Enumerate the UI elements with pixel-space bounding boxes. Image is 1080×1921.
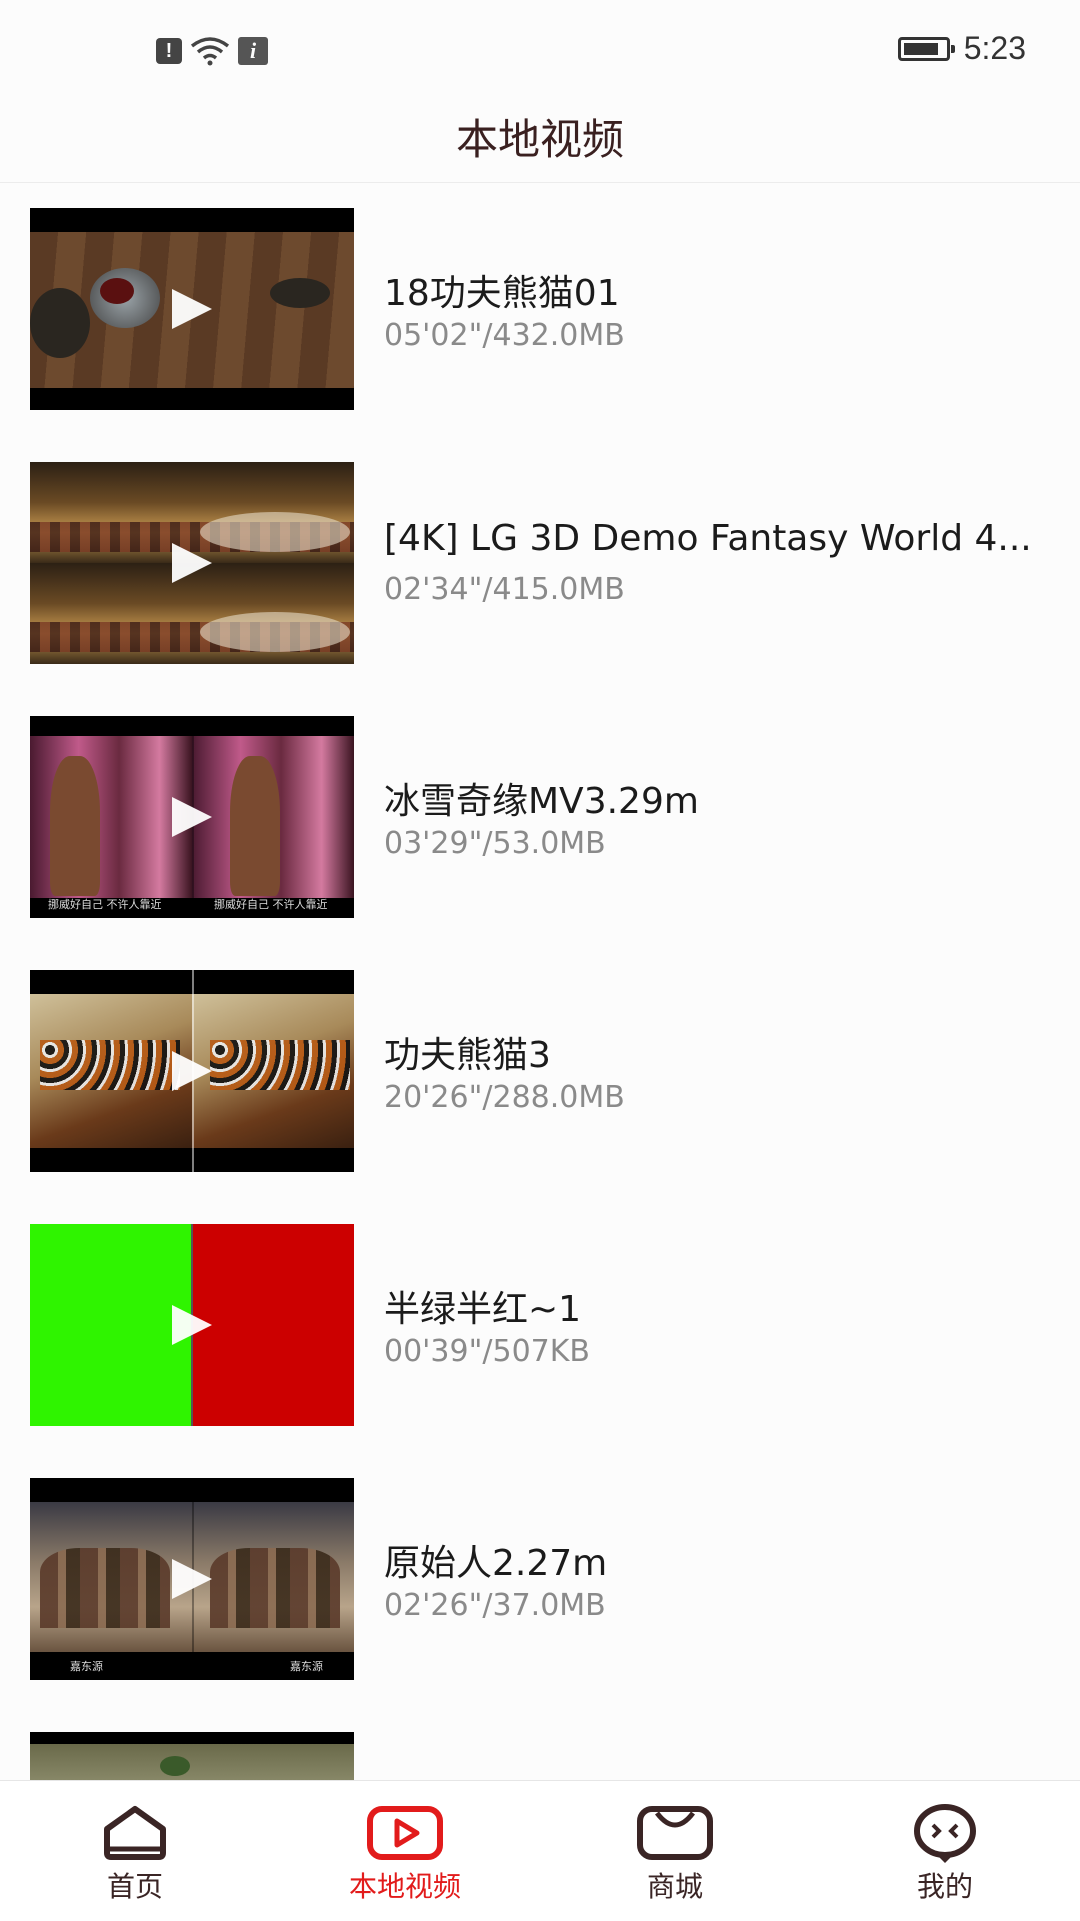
video-meta: 03'29"/53.0MB <box>384 826 606 861</box>
play-icon <box>367 1806 443 1860</box>
thumb-subtitle: 嘉东源 <box>70 1660 103 1673</box>
nav-item-home[interactable]: 首页 <box>0 1781 270 1921</box>
nav-label-profile: 我的 <box>916 1870 973 1903</box>
video-item[interactable]: 嘉东源 嘉东源 原始人2.27m 02'26"/37.0MB <box>0 1454 1080 1708</box>
play-icon <box>172 1559 212 1599</box>
video-list[interactable]: 18功夫熊猫01 05'02"/432.0MB [4K] LG 3D Demo … <box>0 184 1080 1780</box>
video-title: 18功夫熊猫01 <box>384 273 620 314</box>
video-meta: 00'39"/507KB <box>384 1334 591 1369</box>
video-thumbnail[interactable] <box>30 462 354 664</box>
thumb-subtitle: 挪威好自己 不许人靠近 <box>214 898 328 911</box>
alert-icon: ! <box>156 38 182 64</box>
page-title: 本地视频 <box>455 115 624 164</box>
bottom-nav: 首页 本地视频 商城 我的 <box>0 1780 1080 1921</box>
info-icon: i <box>238 37 268 65</box>
status-right: 5:23 <box>897 30 1026 67</box>
wifi-icon <box>190 37 230 66</box>
nav-label-local-video: 本地视频 <box>348 1870 461 1903</box>
thumb-subtitle: 挪威好自己 不许人靠近 <box>48 898 162 911</box>
thumb-subtitle: 嘉东源 <box>290 1660 323 1673</box>
video-thumbnail[interactable] <box>30 1732 354 1780</box>
nav-label-shop: 商城 <box>646 1870 703 1903</box>
play-icon <box>172 289 212 329</box>
video-thumbnail[interactable] <box>30 970 354 1172</box>
video-meta: 02'26"/37.0MB <box>384 1588 606 1623</box>
video-item[interactable]: 半绿半红~1 00'39"/507KB <box>0 1200 1080 1454</box>
play-icon <box>172 543 212 583</box>
video-title: [4K] LG 3D Demo Fantasy World 4... <box>384 518 1032 559</box>
video-title: 原始人2.27m <box>384 1543 608 1584</box>
video-item[interactable]: 18功夫熊猫01 05'02"/432.0MB <box>0 184 1080 438</box>
nav-label-home: 首页 <box>106 1870 163 1903</box>
video-thumbnail[interactable] <box>30 208 354 410</box>
play-icon <box>172 1305 212 1345</box>
video-item[interactable]: [4K] LG 3D Demo Fantasy World 4... 02'34… <box>0 438 1080 692</box>
video-meta: 05'02"/432.0MB <box>384 318 625 353</box>
shop-icon <box>637 1806 713 1860</box>
play-icon <box>172 797 212 837</box>
video-meta: 20'26"/288.0MB <box>384 1080 625 1115</box>
nav-item-shop[interactable]: 商城 <box>540 1781 810 1921</box>
status-icons: ! i <box>156 36 268 66</box>
nav-item-profile[interactable]: 我的 <box>810 1781 1080 1921</box>
status-bar: ! i 5:23 <box>0 0 1080 100</box>
profile-icon <box>914 1804 976 1863</box>
battery-icon <box>897 36 955 61</box>
video-thumbnail[interactable] <box>30 1224 354 1426</box>
video-title: 冰雪奇缘MV3.29m <box>384 781 699 822</box>
clock: 5:23 <box>963 30 1026 66</box>
header: 本地视频 <box>0 100 1080 183</box>
video-thumbnail[interactable]: 挪威好自己 不许人靠近 挪威好自己 不许人靠近 <box>30 716 354 918</box>
video-item[interactable]: 挪威好自己 不许人靠近 挪威好自己 不许人靠近 冰雪奇缘MV3.29m 03'2… <box>0 692 1080 946</box>
nav-item-local-video[interactable]: 本地视频 <box>270 1781 540 1921</box>
video-title: 功夫熊猫3 <box>384 1035 551 1076</box>
play-icon <box>172 1051 212 1091</box>
video-meta: 02'34"/415.0MB <box>384 572 625 607</box>
home-icon <box>104 1806 166 1860</box>
video-thumbnail[interactable]: 嘉东源 嘉东源 <box>30 1478 354 1680</box>
video-item[interactable] <box>0 1708 1080 1780</box>
video-item[interactable]: 功夫熊猫3 20'26"/288.0MB <box>0 946 1080 1200</box>
video-title: 半绿半红~1 <box>384 1289 582 1330</box>
